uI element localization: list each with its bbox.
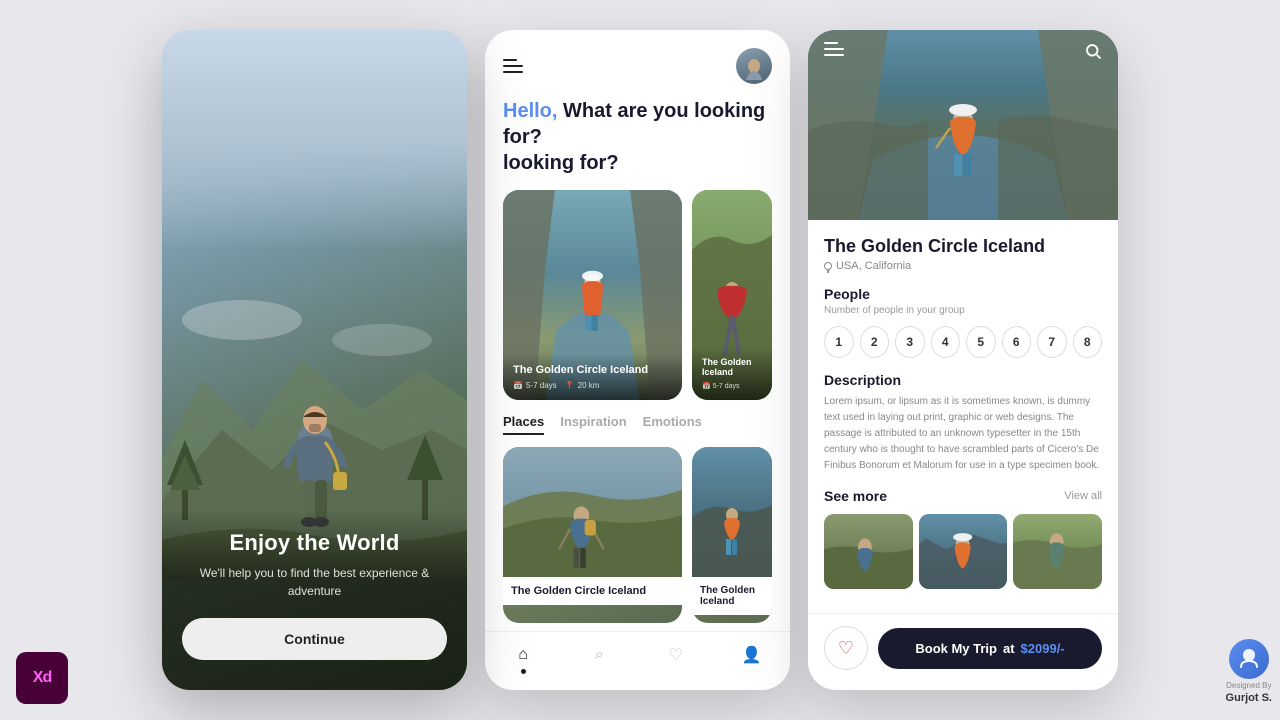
card-1-days: 📅5-7 days — [513, 381, 557, 390]
designer-label-text: Designed By — [1226, 681, 1271, 690]
screen1-subtitle: We'll help you to find the best experien… — [182, 564, 447, 600]
destination-card-2[interactable]: The Golden Iceland 📅 5-7 days — [692, 190, 772, 400]
people-btn-4[interactable]: 4 — [931, 326, 961, 358]
nav-profile[interactable]: 👤 — [741, 644, 763, 674]
thumb3-illustration — [1013, 514, 1102, 589]
thumb2-illustration — [919, 514, 1008, 589]
place1-illustration — [503, 447, 682, 577]
book-trip-button[interactable]: Book My Trip at $2099/- — [878, 628, 1102, 669]
s2-greeting: Hello, What are you looking for? looking… — [485, 94, 790, 190]
greeting-line2: looking for? — [503, 150, 772, 176]
thumb-2[interactable]: The Golden Circle Iceland — [919, 514, 1008, 589]
description-text: Lorem ipsum, or lipsum as it is sometime… — [824, 394, 1102, 474]
nav-home[interactable]: ⌂ — [512, 644, 534, 674]
search-icon: ⌕ — [588, 644, 610, 666]
screen1-title: Enjoy the World — [182, 530, 447, 556]
nav-search[interactable]: ⌕ — [588, 644, 610, 674]
thumb1-illustration — [824, 514, 913, 589]
tab-places[interactable]: Places — [503, 414, 544, 435]
thumb-1[interactable]: The Golden Circle Iceland — [824, 514, 913, 589]
people-btn-5[interactable]: 5 — [966, 326, 996, 358]
people-btn-8[interactable]: 8 — [1073, 326, 1103, 358]
place1-title: The Golden Circle Iceland — [511, 585, 674, 597]
location-text: USA, California — [836, 260, 911, 272]
nav-favorites[interactable]: ♡ — [665, 644, 687, 674]
s2-bottom-nav: ⌂ ⌕ ♡ 👤 — [485, 631, 790, 690]
thumb1-img — [824, 514, 913, 569]
people-btn-3[interactable]: 3 — [895, 326, 925, 358]
card-1-distance: 📍20 km — [565, 381, 600, 390]
people-section-sub: Number of people in your group — [824, 305, 1102, 316]
screen-2: Hello, What are you looking for? looking… — [485, 30, 790, 690]
continue-button[interactable]: Continue — [182, 618, 447, 660]
place-card-2[interactable]: The Golden Iceland — [692, 447, 772, 623]
screen-3: The Golden Circle Iceland USA, Californi… — [808, 30, 1118, 690]
s3-search-icon[interactable] — [1084, 42, 1102, 65]
heart-icon: ♡ — [665, 644, 687, 666]
book-price: $2099/- — [1021, 641, 1065, 656]
see-more-title: See more — [824, 488, 887, 504]
people-btn-1[interactable]: 1 — [824, 326, 854, 358]
thumb-3[interactable]: The Golden Circle Iceland — [1013, 514, 1102, 589]
card-1-meta: 📅5-7 days 📍20 km — [513, 381, 672, 390]
s2-places-row: The Golden Circle Iceland — [485, 447, 790, 623]
book-at: at — [1003, 641, 1015, 656]
book-label: Book My Trip — [915, 641, 997, 656]
designer-name-text: Gurjot S. — [1226, 692, 1272, 704]
destination-card-1[interactable]: The Golden Circle Iceland 📅5-7 days 📍20 … — [503, 190, 682, 400]
place2-info: The Golden Iceland — [692, 577, 772, 615]
s3-footer: ♡ Book My Trip at $2099/- — [808, 613, 1118, 690]
s2-header — [485, 30, 790, 94]
location-pin-icon — [824, 262, 832, 270]
designer-avatar-icon — [1237, 647, 1261, 671]
card-1-title: The Golden Circle Iceland — [513, 364, 672, 376]
tab-inspiration[interactable]: Inspiration — [560, 414, 626, 435]
avatar — [736, 48, 772, 84]
card-2-title: The Golden Iceland — [702, 357, 762, 377]
s3-hero — [808, 30, 1118, 220]
s2-card-overlay-2: The Golden Iceland 📅 5-7 days — [692, 347, 772, 400]
people-btn-7[interactable]: 7 — [1037, 326, 1067, 358]
thumbnails-row: The Golden Circle Iceland The Go — [824, 514, 1102, 589]
xd-badge: Xd — [16, 652, 68, 704]
place2-title: The Golden Iceland — [700, 585, 764, 607]
screen-1: Enjoy the World We'll help you to find t… — [162, 30, 467, 690]
s2-tabs: Places Inspiration Emotions — [485, 414, 790, 447]
view-all-button[interactable]: View all — [1064, 490, 1102, 502]
screen1-overlay: Enjoy the World We'll help you to find t… — [162, 510, 467, 690]
nav-active-dot — [521, 669, 526, 674]
xd-label: Xd — [33, 669, 51, 687]
people-section-title: People — [824, 286, 1102, 302]
card-2-meta: 📅 5-7 days — [702, 382, 762, 390]
people-btn-6[interactable]: 6 — [1002, 326, 1032, 358]
tab-emotions[interactable]: Emotions — [643, 414, 702, 435]
s3-title: The Golden Circle Iceland — [824, 236, 1102, 257]
profile-icon: 👤 — [741, 644, 763, 666]
people-btn-2[interactable]: 2 — [860, 326, 890, 358]
greeting-text: Hello, What are you looking for? — [503, 98, 772, 150]
wishlist-button[interactable]: ♡ — [824, 626, 868, 670]
see-more-row: See more View all — [824, 488, 1102, 504]
designer-avatar — [1229, 639, 1269, 679]
place1-info: The Golden Circle Iceland — [503, 577, 682, 605]
s3-hero-header — [808, 42, 1118, 65]
home-icon: ⌂ — [512, 644, 534, 666]
place2-illustration — [692, 447, 772, 577]
thumb3-img — [1013, 514, 1102, 569]
thumb2-img — [919, 514, 1008, 569]
people-selector: 1 2 3 4 5 6 7 8 — [824, 326, 1102, 358]
s3-content: The Golden Circle Iceland USA, Californi… — [808, 220, 1118, 613]
s3-location: USA, California — [824, 260, 1102, 272]
s3-menu-icon[interactable] — [824, 42, 844, 65]
designer-badge: Designed By Gurjot S. — [1226, 639, 1272, 704]
menu-icon[interactable] — [503, 59, 523, 73]
avatar-person — [740, 56, 768, 84]
description-title: Description — [824, 372, 1102, 388]
s2-cards-row: The Golden Circle Iceland 📅5-7 days 📍20 … — [485, 190, 790, 414]
greeting-hello: Hello, — [503, 100, 557, 122]
s2-card-overlay-1: The Golden Circle Iceland 📅5-7 days 📍20 … — [503, 354, 682, 400]
place-card-1[interactable]: The Golden Circle Iceland — [503, 447, 682, 623]
